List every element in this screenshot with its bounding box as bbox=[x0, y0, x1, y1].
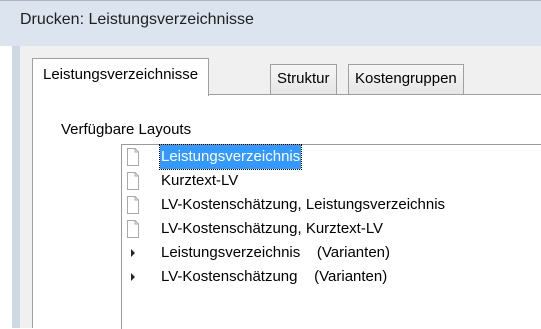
available-layouts-label: Verfügbare Layouts bbox=[61, 121, 192, 138]
list-item[interactable]: Kurztext-LV bbox=[122, 169, 541, 193]
list-item-label: Kurztext-LV bbox=[161, 172, 239, 189]
tab-leistungsverzeichnisse[interactable]: Leistungsverzeichnisse bbox=[32, 58, 210, 96]
list-item[interactable]: LV-Kostenschätzung, Kurztext-LV bbox=[122, 217, 541, 241]
list-item[interactable]: Leistungsverzeichnis bbox=[122, 144, 541, 170]
document-icon bbox=[125, 148, 141, 166]
list-item-label: LV-Kostenschätzung, Leistungsverzeichnis bbox=[161, 196, 446, 213]
list-item-label: LV-Kostenschätzung (Varianten) bbox=[161, 268, 388, 285]
tab-struktur[interactable]: Struktur bbox=[270, 64, 337, 94]
document-icon bbox=[125, 196, 141, 214]
expand-arrow-icon[interactable] bbox=[125, 268, 141, 286]
document-icon bbox=[125, 172, 141, 190]
window-frame bbox=[12, 46, 20, 328]
list-item-label: Leistungsverzeichnis bbox=[158, 144, 303, 170]
window-title: Drucken: Leistungsverzeichnisse bbox=[20, 11, 254, 28]
tab-kostengruppen[interactable]: Kostengruppen bbox=[348, 64, 464, 94]
layouts-listbox[interactable]: Leistungsverzeichnis Kurztext-LV LV-Kost… bbox=[121, 144, 541, 329]
document-icon bbox=[125, 220, 141, 238]
print-dialog: Leistungsverzeichnisse Struktur Kostengr… bbox=[20, 46, 541, 329]
expand-arrow-icon[interactable] bbox=[125, 244, 141, 262]
tab-panel-leistungsverzeichnisse: Verfügbare Layouts Leistungsverzeichnis … bbox=[32, 94, 541, 329]
list-item-label: Leistungsverzeichnis (Varianten) bbox=[161, 244, 390, 261]
list-item[interactable]: LV-Kostenschätzung, Leistungsverzeichnis bbox=[122, 193, 541, 217]
title-bar[interactable]: Drucken: Leistungsverzeichnisse bbox=[0, 0, 541, 46]
list-item-label: LV-Kostenschätzung, Kurztext-LV bbox=[161, 220, 384, 237]
list-item[interactable]: LV-Kostenschätzung (Varianten) bbox=[122, 265, 541, 289]
list-item[interactable]: Leistungsverzeichnis (Varianten) bbox=[122, 241, 541, 265]
